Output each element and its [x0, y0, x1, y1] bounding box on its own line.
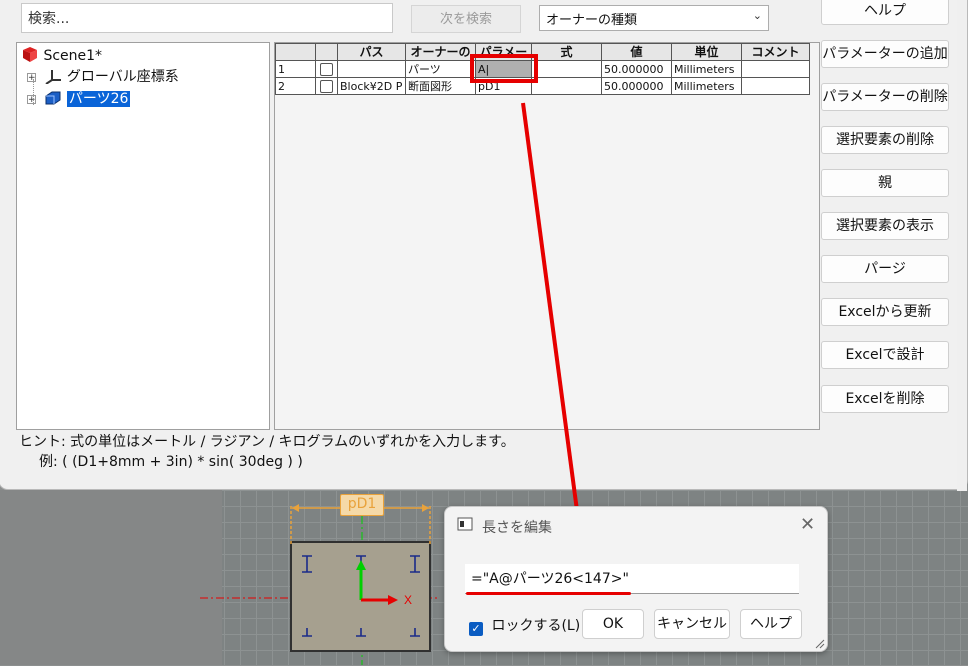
cell-expr[interactable] [531, 77, 602, 95]
hint-line-2: 例: ( (D1+8mm + 3in) * sin( 30deg ) ) [39, 454, 303, 470]
design-in-excel-button[interactable]: Excelで設計 [821, 341, 949, 369]
owner-type-value: オーナーの種類 [546, 13, 638, 28]
table-row[interactable]: 1 パーツ A| 50.000000 Millimeters [275, 60, 810, 78]
dialog-title: 長さを編集 [482, 520, 552, 536]
ok-button[interactable]: OK [582, 609, 644, 639]
hint-text: ヒント: 式の単位はメートル / ラジアン / キログラムのいずれかを入力します… [19, 432, 515, 472]
sketch-overlay: X [290, 504, 431, 637]
parameters-grid[interactable]: パス オーナーの パラメー 式 値 単位 コメント 1 パーツ A| 50.00… [274, 42, 820, 430]
table-row[interactable]: 2 Block¥2D P 断面図形 pD1 50.000000 Millimet… [275, 77, 810, 95]
checkmark-icon: ✓ [469, 622, 483, 636]
cell-value[interactable]: 50.000000 [601, 60, 672, 78]
cell-path[interactable]: Block¥2D P [337, 77, 406, 95]
col-header-path[interactable]: パス [337, 43, 406, 61]
tree-item-label: Scene1* [43, 48, 103, 64]
tree-item-label: グローバル座標系 [66, 69, 179, 85]
underline-annotation [466, 592, 631, 595]
cell-owner[interactable]: パーツ [405, 60, 476, 78]
col-header-value[interactable]: 値 [601, 43, 672, 61]
help-button[interactable]: ヘルプ [821, 0, 949, 25]
row-checkbox[interactable] [315, 77, 338, 95]
purge-button[interactable]: パージ [821, 255, 949, 283]
scene-icon [23, 47, 37, 62]
lock-checkbox[interactable]: ✓ ロックする(L) [469, 615, 580, 636]
row-number[interactable]: 1 [275, 60, 316, 78]
show-selected-button[interactable]: 選択要素の表示 [821, 212, 949, 240]
row-checkbox[interactable] [315, 60, 338, 78]
delete-selected-button[interactable]: 選択要素の削除 [821, 126, 949, 154]
tree-item-global-coords[interactable]: + グローバル座標系 [27, 67, 179, 87]
highlight-box [470, 54, 538, 83]
cell-unit[interactable]: Millimeters [671, 60, 742, 78]
update-from-excel-button[interactable]: Excelから更新 [821, 298, 949, 326]
scene-tree[interactable]: Scene1* + グローバル座標系 + パーツ26 [16, 42, 270, 430]
tree-item-label: パーツ26 [66, 91, 131, 107]
cell-comment[interactable] [741, 77, 810, 95]
parent-button[interactable]: 親 [821, 169, 949, 197]
cell-value[interactable]: 50.000000 [601, 77, 672, 95]
viewport-panel [0, 490, 222, 665]
part-icon [45, 91, 61, 105]
window-icon [457, 517, 473, 531]
cell-owner[interactable]: 断面図形 [405, 77, 476, 95]
help-button[interactable]: ヘルプ [740, 609, 802, 639]
tree-item-part26[interactable]: + パーツ26 [27, 89, 131, 109]
resize-grip-icon[interactable] [815, 639, 825, 649]
cell-unit[interactable]: Millimeters [671, 77, 742, 95]
table-header: パス オーナーの パラメー 式 値 単位 コメント [275, 43, 810, 61]
scrollbar[interactable] [957, 0, 967, 491]
col-header-comment[interactable]: コメント [741, 43, 810, 61]
lock-label: ロックする(L) [491, 618, 581, 634]
cell-comment[interactable] [741, 60, 810, 78]
col-header[interactable] [275, 43, 316, 61]
dimension-label-pd1[interactable]: pD1 [340, 494, 384, 516]
close-icon[interactable]: ✕ [800, 514, 815, 535]
delete-parameter-button[interactable]: パラメーターの削除 [821, 83, 949, 111]
col-header-owner[interactable]: オーナーの [405, 43, 476, 61]
cancel-button[interactable]: キャンセル [654, 609, 730, 639]
edit-length-dialog: 長さを編集 ✕ ="A@パーツ26<147>" ✓ ロックする(L) OK キャ… [444, 506, 828, 652]
add-parameter-button[interactable]: パラメーターの追加 [821, 40, 949, 68]
search-input[interactable]: 検索... [21, 3, 393, 33]
chevron-down-icon: ⌄ [752, 9, 762, 22]
row-number[interactable]: 2 [275, 77, 316, 95]
col-header-unit[interactable]: 単位 [671, 43, 742, 61]
length-expression-input[interactable]: ="A@パーツ26<147>" [465, 564, 799, 594]
next-search-button[interactable]: 次を検索 [411, 5, 521, 33]
cell-expr[interactable] [531, 60, 602, 78]
col-header-expr[interactable]: 式 [531, 43, 602, 61]
hint-line-1: ヒント: 式の単位はメートル / ラジアン / キログラムのいずれかを入力します… [19, 434, 515, 450]
owner-type-select[interactable]: オーナーの種類 ⌄ [539, 5, 769, 31]
cell-path[interactable] [337, 60, 406, 78]
parameters-table: パス オーナーの パラメー 式 値 単位 コメント 1 パーツ A| 50.00… [275, 43, 810, 95]
col-header[interactable] [315, 43, 338, 61]
delete-excel-button[interactable]: Excelを削除 [821, 385, 949, 413]
tree-item-scene[interactable]: Scene1* [21, 46, 102, 66]
axes-icon [45, 70, 62, 85]
svg-text:X: X [404, 593, 412, 607]
